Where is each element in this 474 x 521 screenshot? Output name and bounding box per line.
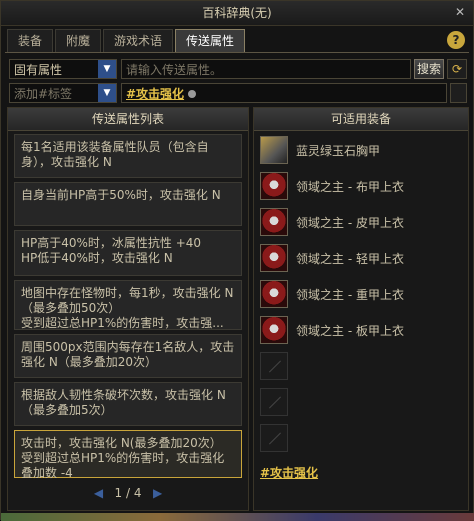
equipment-item[interactable]: 领域之主 - 板甲上衣 bbox=[260, 316, 464, 348]
equipment-name: 领域之主 - 板甲上衣 bbox=[296, 324, 404, 338]
attribute-item[interactable]: 每1名适用该装备属性队员（包含自身），攻击强化 N bbox=[14, 134, 242, 178]
attribute-item[interactable]: 地图中存在怪物时，每1秒，攻击强化 N（最多叠加50次） 受到超过总HP1%的伤… bbox=[14, 280, 242, 330]
empty-equipment-slot bbox=[260, 388, 464, 420]
armor-icon bbox=[260, 172, 288, 200]
equipment-item[interactable]: 领域之主 - 布甲上衣 bbox=[260, 172, 464, 204]
search-button[interactable]: 搜索 bbox=[414, 59, 444, 79]
tag-input[interactable]: 添加#标签 ▼ bbox=[9, 83, 117, 103]
equipment-name: 领域之主 - 布甲上衣 bbox=[296, 180, 404, 194]
chevron-down-icon[interactable]: ▼ bbox=[98, 60, 116, 78]
current-page: 1 bbox=[114, 486, 123, 500]
tab-game-terms[interactable]: 游戏术语 bbox=[103, 29, 174, 52]
attribute-item[interactable]: 自身当前HP高于50%时，攻击强化 N bbox=[14, 182, 242, 226]
search-input[interactable]: 请输入传送属性。 bbox=[121, 59, 411, 79]
tab-equipment[interactable]: 装备 bbox=[7, 29, 54, 52]
equipment-name: 蓝灵绿玉石胸甲 bbox=[296, 144, 381, 158]
active-tag-chip[interactable]: #攻击强化 bbox=[126, 87, 184, 101]
empty-slot-icon bbox=[260, 352, 288, 380]
tab-transfer-attributes[interactable]: 传送属性 bbox=[175, 29, 246, 52]
attribute-item[interactable]: 根据敌人韧性条破坏次数，攻击强化 N（最多叠加5次） bbox=[14, 382, 242, 426]
category-value: 固有属性 bbox=[14, 63, 63, 77]
attribute-list-header: 传送属性列表 bbox=[8, 108, 248, 131]
equipment-name: 领域之主 - 重甲上衣 bbox=[296, 288, 404, 302]
armor-icon bbox=[260, 208, 288, 236]
empty-slot-icon bbox=[260, 424, 288, 452]
equipment-item[interactable]: 领域之主 - 皮甲上衣 bbox=[260, 208, 464, 240]
attribute-item[interactable]: 周围500px范围内每存在1名敌人，攻击强化 N（最多叠加20次） bbox=[14, 334, 242, 378]
equipment-item[interactable]: 蓝灵绿玉石胸甲 bbox=[260, 136, 464, 168]
attribute-item-selected[interactable]: 攻击时，攻击强化 N(最多叠加20次） 受到超过总HP1%的伤害时，攻击强化叠加… bbox=[14, 430, 242, 480]
window-title: 百科辞典(无) bbox=[202, 6, 272, 20]
attribute-list-panel: 传送属性列表 每1名适用该装备属性队员（包含自身），攻击强化 N 自身当前HP高… bbox=[7, 107, 249, 511]
applicable-equipment-header: 可适用装备 bbox=[254, 108, 468, 131]
equipment-item[interactable]: 领域之主 - 重甲上衣 bbox=[260, 280, 464, 312]
divider bbox=[5, 52, 469, 53]
refresh-icon[interactable]: ⟳ bbox=[447, 59, 467, 79]
empty-equipment-slot bbox=[260, 352, 464, 384]
help-icon[interactable]: ? bbox=[447, 31, 465, 49]
search-placeholder: 请输入传送属性。 bbox=[126, 63, 223, 77]
title-bar: 百科辞典(无) ✕ bbox=[1, 1, 473, 26]
prev-page-icon[interactable]: ◀ bbox=[94, 486, 103, 500]
tab-bar: 装备 附魔 游戏术语 传送属性 bbox=[7, 29, 246, 52]
pagination: ◀ 1 / 4 ▶ bbox=[8, 484, 248, 502]
armor-icon bbox=[260, 244, 288, 272]
tab-enchant[interactable]: 附魔 bbox=[55, 29, 102, 52]
close-icon[interactable]: ✕ bbox=[453, 5, 467, 19]
page-separator: / bbox=[125, 486, 131, 500]
active-tag-bar: #攻击强化 bbox=[121, 83, 447, 103]
equipment-name: 领域之主 - 皮甲上衣 bbox=[296, 216, 404, 230]
equipment-name: 领域之主 - 轻甲上衣 bbox=[296, 252, 404, 266]
equipment-item[interactable]: 领域之主 - 轻甲上衣 bbox=[260, 244, 464, 276]
empty-slot-icon bbox=[260, 388, 288, 416]
armor-icon bbox=[260, 280, 288, 308]
armor-icon bbox=[260, 136, 288, 164]
next-page-icon[interactable]: ▶ bbox=[153, 486, 162, 500]
attribute-item[interactable]: HP高于40%时，冰属性抗性 +40 HP低于40%时，攻击强化 N bbox=[14, 230, 242, 276]
tag-clear-button[interactable] bbox=[450, 83, 467, 103]
empty-equipment-slot bbox=[260, 424, 464, 456]
remove-tag-icon[interactable] bbox=[188, 90, 197, 98]
armor-icon bbox=[260, 316, 288, 344]
encyclopedia-window: 百科辞典(无) ✕ 装备 附魔 游戏术语 传送属性 ? 固有属性 ▼ 请输入传送… bbox=[0, 0, 474, 521]
tag-placeholder: 添加#标签 bbox=[14, 87, 73, 101]
total-pages: 4 bbox=[133, 486, 142, 500]
chevron-down-icon[interactable]: ▼ bbox=[98, 84, 116, 102]
tag-footer[interactable]: #攻击强化 bbox=[260, 464, 318, 481]
category-dropdown[interactable]: 固有属性 ▼ bbox=[9, 59, 117, 79]
applicable-equipment-panel: 可适用装备 蓝灵绿玉石胸甲 领域之主 - 布甲上衣 领域之主 - 皮甲上衣 领域… bbox=[253, 107, 469, 511]
